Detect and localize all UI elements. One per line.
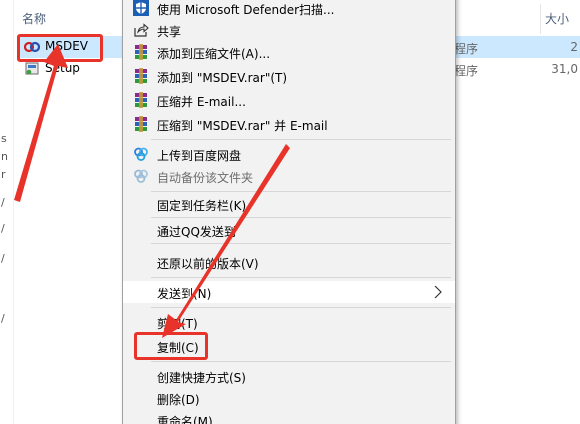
winrar-icon [135, 116, 147, 132]
nav-glyph: s [1, 132, 7, 145]
menu-separator [151, 277, 451, 278]
menu-item-label: 创建快捷方式(S) [157, 371, 246, 385]
menu-item-label: 自动备份该文件夹 [157, 171, 254, 185]
winrar-icon [135, 44, 147, 60]
winrar-icon [135, 68, 147, 84]
share-icon [134, 23, 149, 37]
defender-shield-icon [133, 0, 149, 16]
menu-item-upload-baidu[interactable]: 上传到百度网盘 [123, 143, 455, 165]
file-type: 程序 [454, 42, 479, 56]
menu-item-label: 通过QQ发送到 [157, 225, 236, 239]
menu-item-label: 共享 [157, 25, 182, 39]
menu-item-restore-versions[interactable]: 还原以前的版本(V) [123, 251, 455, 273]
file-name: Setup [45, 61, 80, 75]
menu-item-label: 剪切(T) [157, 317, 198, 331]
menu-item-send-qq[interactable]: 通过QQ发送到 [123, 219, 455, 241]
menu-item-auto-backup[interactable]: 自动备份该文件夹 [123, 165, 455, 187]
menu-item-label: 删除(D) [157, 393, 200, 407]
menu-item-rename[interactable]: 重命名(M) [123, 409, 455, 424]
menu-item-label: 还原以前的版本(V) [157, 257, 259, 271]
menu-separator [151, 243, 451, 244]
menu-item-label: 发送到(N) [157, 287, 212, 301]
nav-glyph: / [1, 222, 5, 235]
nav-glyph: / [1, 252, 5, 265]
menu-item-label: 使用 Microsoft Defender扫描... [157, 3, 335, 17]
menu-item-label: 固定到任务栏(K) [157, 199, 247, 213]
setup-installer-icon [25, 62, 39, 75]
menu-separator [151, 361, 451, 362]
menu-separator [151, 191, 451, 192]
file-size: 31,0 [551, 62, 578, 76]
menu-item-add-to-rar[interactable]: 添加到 "MSDEV.rar"(T) [123, 65, 455, 87]
menu-item-compress-email[interactable]: 压缩并 E-mail... [123, 89, 455, 111]
menu-item-label: 添加到压缩文件(A)... [157, 47, 271, 61]
nav-glyph: / [1, 312, 5, 325]
menu-item-cut[interactable]: 剪切(T) [123, 311, 455, 333]
menu-item-add-to-archive[interactable]: 添加到压缩文件(A)... [123, 41, 455, 63]
menu-item-label: 压缩到 "MSDEV.rar" 并 E-mail [157, 119, 328, 133]
menu-item-compress-rar-email[interactable]: 压缩到 "MSDEV.rar" 并 E-mail [123, 113, 455, 135]
menu-item-create-shortcut[interactable]: 创建快捷方式(S) [123, 365, 455, 387]
menu-item-label: 重命名(M) [157, 415, 213, 424]
nav-glyph: n [1, 150, 8, 163]
baidu-netdisk-icon [134, 147, 148, 161]
menu-item-share[interactable]: 共享 [123, 19, 455, 41]
annotation-box-copy [134, 332, 208, 360]
baidu-netdisk-icon [134, 169, 148, 183]
menu-item-label: 添加到 "MSDEV.rar"(T) [157, 71, 288, 85]
menu-item-label: 上传到百度网盘 [157, 149, 242, 163]
menu-item-pin-taskbar[interactable]: 固定到任务栏(K) [123, 193, 455, 215]
annotation-box-msdev [17, 34, 103, 62]
menu-item-send-to[interactable]: 发送到(N) [123, 281, 455, 303]
menu-item-delete[interactable]: 删除(D) [123, 387, 455, 409]
menu-item-label: 压缩并 E-mail... [157, 95, 246, 109]
file-type: 程序 [454, 64, 479, 78]
column-divider[interactable] [540, 4, 541, 34]
menu-separator [151, 307, 451, 308]
menu-separator [151, 217, 451, 218]
menu-item-defender-scan[interactable]: 使用 Microsoft Defender扫描... [123, 0, 455, 19]
file-size: 2 [570, 40, 578, 54]
nav-glyph: / [1, 196, 5, 209]
winrar-icon [135, 92, 147, 108]
menu-separator [151, 139, 451, 140]
navigation-pane[interactable]: s n r / / / / [0, 0, 14, 424]
context-menu: 使用 Microsoft Defender扫描... 共享 添加到压缩文件(A)… [122, 0, 456, 424]
chevron-right-icon [434, 285, 442, 299]
nav-glyph: r [1, 168, 6, 181]
